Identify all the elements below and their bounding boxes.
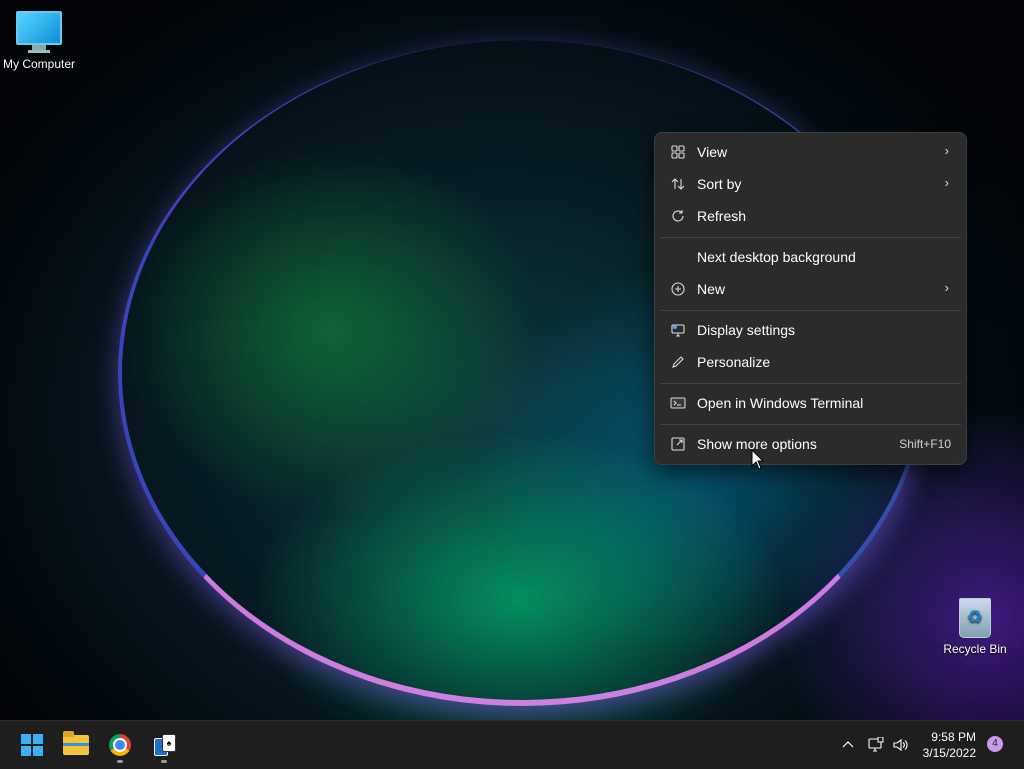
notification-count-badge[interactable]: 4 (987, 736, 1003, 752)
clock-time: 9:58 PM (931, 730, 976, 744)
desktop-icon-label: My Computer (2, 57, 76, 71)
menu-item-new[interactable]: New › (660, 274, 961, 304)
taskbar-start-button[interactable] (12, 725, 52, 765)
desktop-icon-recycle-bin[interactable]: ♻ Recycle Bin (935, 596, 1015, 656)
desktop-icon-my-computer[interactable]: My Computer (0, 8, 79, 71)
chevron-right-icon: › (944, 175, 949, 190)
menu-item-next-desktop-background[interactable]: Next desktop background (660, 242, 961, 272)
menu-item-view[interactable]: View › (660, 137, 961, 167)
menu-item-label: Refresh (697, 208, 747, 224)
windows-start-icon (21, 734, 43, 756)
chevron-right-icon: › (944, 280, 949, 295)
volume-button[interactable] (889, 721, 913, 769)
speaker-icon (893, 738, 908, 752)
plus-circle-icon (670, 281, 686, 297)
terminal-icon (670, 395, 686, 411)
menu-item-label: Sort by (697, 176, 742, 192)
desktop-context-menu: View › Sort by › Refresh Next desktop ba… (654, 132, 967, 465)
menu-item-sort-by[interactable]: Sort by › (660, 169, 961, 199)
network-icon (868, 737, 884, 752)
taskbar-clock[interactable]: 9:58 PM 3/15/2022 (912, 729, 976, 761)
refresh-icon (670, 208, 686, 224)
menu-item-label: Next desktop background (697, 249, 856, 265)
taskbar-solitaire-button[interactable]: ♠ (144, 725, 184, 765)
pen-icon (670, 354, 686, 370)
menu-item-shortcut: Shift+F10 (899, 437, 951, 451)
clock-date: 3/15/2022 (922, 746, 976, 760)
running-indicator (161, 760, 167, 763)
menu-item-show-more-options[interactable]: Show more options Shift+F10 (660, 429, 961, 459)
menu-separator (660, 424, 961, 425)
more-options-icon (670, 436, 686, 452)
show-hidden-icons-button[interactable] (838, 721, 858, 769)
computer-icon (0, 11, 79, 53)
menu-item-label: Open in Windows Terminal (697, 395, 864, 411)
menu-item-refresh[interactable]: Refresh (660, 201, 961, 231)
chevron-right-icon: › (944, 143, 949, 158)
chevron-up-icon (842, 741, 854, 748)
menu-separator (660, 383, 961, 384)
solitaire-icon: ♠ (154, 734, 176, 756)
menu-separator (660, 237, 961, 238)
menu-separator (660, 310, 961, 311)
sort-icon (670, 176, 686, 192)
network-status-button[interactable] (864, 721, 888, 769)
chrome-icon (109, 734, 131, 756)
menu-item-open-in-windows-terminal[interactable]: Open in Windows Terminal (660, 388, 961, 418)
taskbar-chrome-button[interactable] (100, 725, 140, 765)
grid-icon (670, 144, 686, 160)
menu-item-label: New (697, 281, 726, 297)
taskbar-file-explorer-button[interactable] (56, 725, 96, 765)
menu-item-display-settings[interactable]: Display settings (660, 315, 961, 345)
file-explorer-icon (63, 731, 89, 755)
menu-item-personalize[interactable]: Personalize (660, 347, 961, 377)
desktop-icon-label: Recycle Bin (943, 642, 1007, 656)
recycle-bin-icon: ♻ (959, 598, 991, 638)
taskbar: ♠ 9:58 PM 3/15/2022 (0, 720, 1024, 769)
menu-item-label: Display settings (697, 322, 796, 338)
display-settings-icon (670, 322, 686, 338)
menu-item-label: View (697, 144, 728, 160)
running-indicator (117, 760, 123, 763)
menu-item-label: Personalize (697, 354, 771, 370)
mouse-cursor-icon (751, 449, 765, 470)
